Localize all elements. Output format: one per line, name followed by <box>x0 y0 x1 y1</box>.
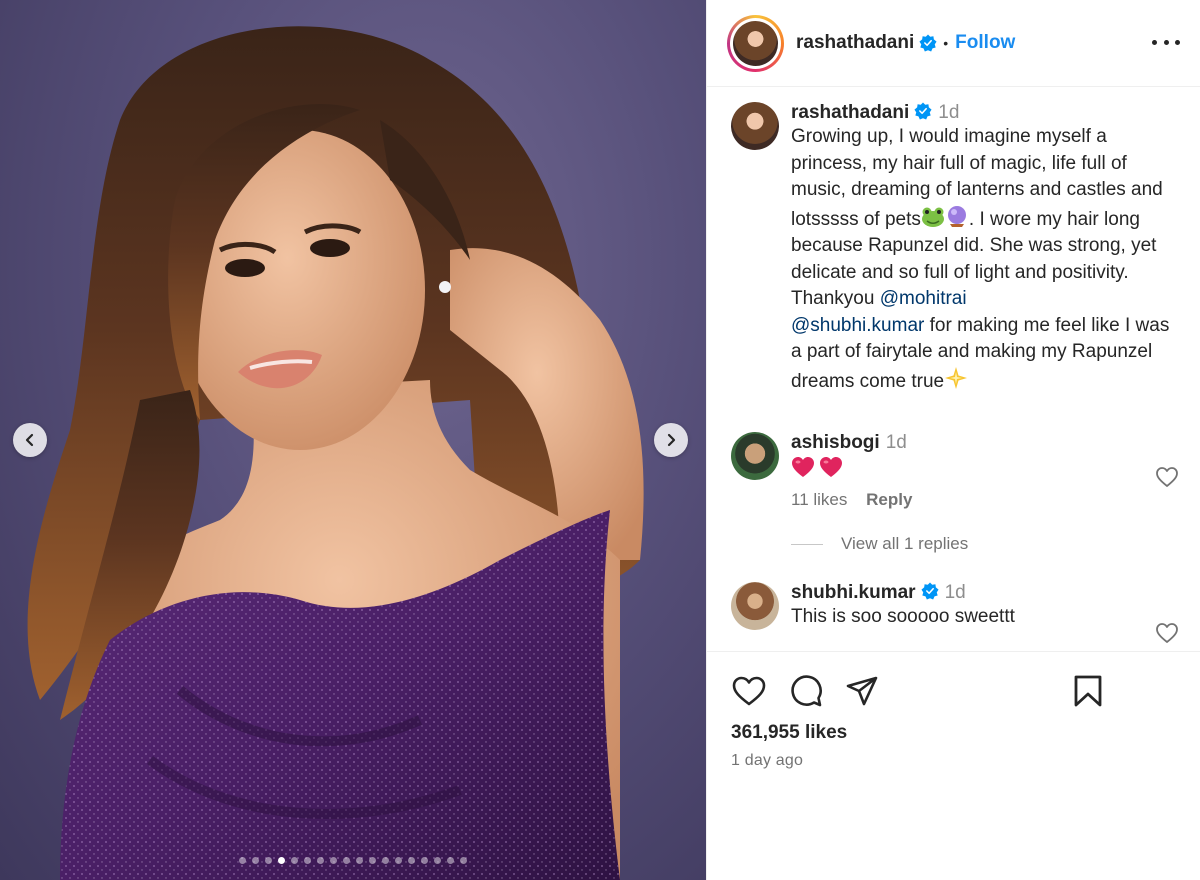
post-details-panel: rashathadani • Follow rashathadani 1d Gro… <box>706 0 1200 880</box>
post-date: 1 day ago <box>731 752 804 769</box>
replies-divider <box>791 543 823 545</box>
carousel-dot <box>460 857 467 864</box>
chevron-left-icon <box>25 433 34 447</box>
post-media[interactable] <box>0 0 706 880</box>
carousel-dot <box>330 857 337 864</box>
carousel-dot <box>447 857 454 864</box>
caption-username[interactable]: rashathadani <box>791 102 909 123</box>
crystal-ball-emoji-icon <box>947 205 966 227</box>
comment-text: This is soo sooooo sweettt <box>791 606 1015 627</box>
carousel-dot <box>382 857 389 864</box>
caption-time: 1d <box>938 102 960 123</box>
carousel-indicator <box>0 857 706 864</box>
post-photo <box>27 26 644 880</box>
avatar <box>733 20 778 66</box>
carousel-dot <box>434 857 441 864</box>
red-heart-emoji-icon <box>820 457 842 477</box>
frog-emoji-icon <box>921 207 944 227</box>
heart-icon[interactable] <box>1155 622 1179 644</box>
header-username[interactable]: rashathadani <box>796 32 914 54</box>
heart-icon <box>732 676 766 706</box>
verified-badge-icon <box>914 102 932 120</box>
post-header: rashathadani • Follow <box>707 0 1200 87</box>
heart-icon[interactable] <box>1155 466 1179 488</box>
verified-badge-icon <box>919 34 937 52</box>
next-slide-button[interactable] <box>654 423 688 457</box>
sparkle-emoji-icon <box>945 366 968 389</box>
separator-dot: • <box>943 35 949 51</box>
comment-username[interactable]: ashisbogi <box>791 432 880 453</box>
carousel-dot <box>421 857 428 864</box>
carousel-dot <box>291 857 298 864</box>
view-replies-label: View all 1 replies <box>841 534 969 553</box>
carousel-dot <box>356 857 363 864</box>
carousel-dot <box>278 857 285 864</box>
comment-row: ashisbogi 1d 11 likes Reply <box>731 432 1181 510</box>
caption-text: Growing up, I would imagine myself a pri… <box>791 124 1171 395</box>
save-icon <box>1074 675 1102 707</box>
carousel-dot <box>252 857 259 864</box>
carousel-dot <box>395 857 402 864</box>
mention-link[interactable]: @mohitrai <box>880 288 967 309</box>
previous-slide-button[interactable] <box>13 423 47 457</box>
carousel-dot <box>343 857 350 864</box>
comment-time: 1d <box>885 432 907 453</box>
carousel-dot <box>369 857 376 864</box>
carousel-dot <box>304 857 311 864</box>
caption-row: rashathadani 1d Growing up, I would imagi… <box>731 102 1181 395</box>
post-actions: 361,955 likes 1 day ago <box>707 651 1200 770</box>
carousel-dot <box>239 857 246 864</box>
like-button[interactable] <box>731 675 767 707</box>
red-heart-emoji-icon <box>792 457 814 477</box>
carousel-dot <box>408 857 415 864</box>
comment-text <box>791 456 1171 478</box>
comment-row: shubhi.kumar 1d This is soo sooooo sweett… <box>731 582 1181 643</box>
story-ring[interactable] <box>727 14 784 72</box>
avatar[interactable] <box>731 432 779 480</box>
comments-section[interactable]: rashathadani 1d Growing up, I would imagi… <box>707 88 1200 651</box>
share-button[interactable] <box>845 675 879 707</box>
carousel-dot <box>317 857 324 864</box>
chevron-right-icon <box>667 433 676 447</box>
comment-username[interactable]: shubhi.kumar <box>791 582 916 603</box>
comment-time: 1d <box>944 582 966 603</box>
view-replies-button[interactable]: View all 1 replies <box>791 534 1181 554</box>
reply-button[interactable]: Reply <box>866 490 912 509</box>
follow-button[interactable]: Follow <box>955 32 1015 54</box>
share-icon <box>846 676 878 706</box>
comment-icon <box>791 675 822 707</box>
carousel-dot <box>265 857 272 864</box>
save-button[interactable] <box>1073 674 1103 713</box>
verified-badge-icon <box>921 582 939 600</box>
likes-count[interactable]: 361,955 likes <box>731 722 1181 744</box>
comment-likes[interactable]: 11 likes <box>791 490 847 509</box>
more-options-icon[interactable] <box>1152 30 1180 54</box>
avatar[interactable] <box>731 102 779 150</box>
mention-link[interactable]: @shubhi.kumar <box>791 315 924 336</box>
avatar[interactable] <box>731 582 779 630</box>
comment-button[interactable] <box>789 674 823 708</box>
